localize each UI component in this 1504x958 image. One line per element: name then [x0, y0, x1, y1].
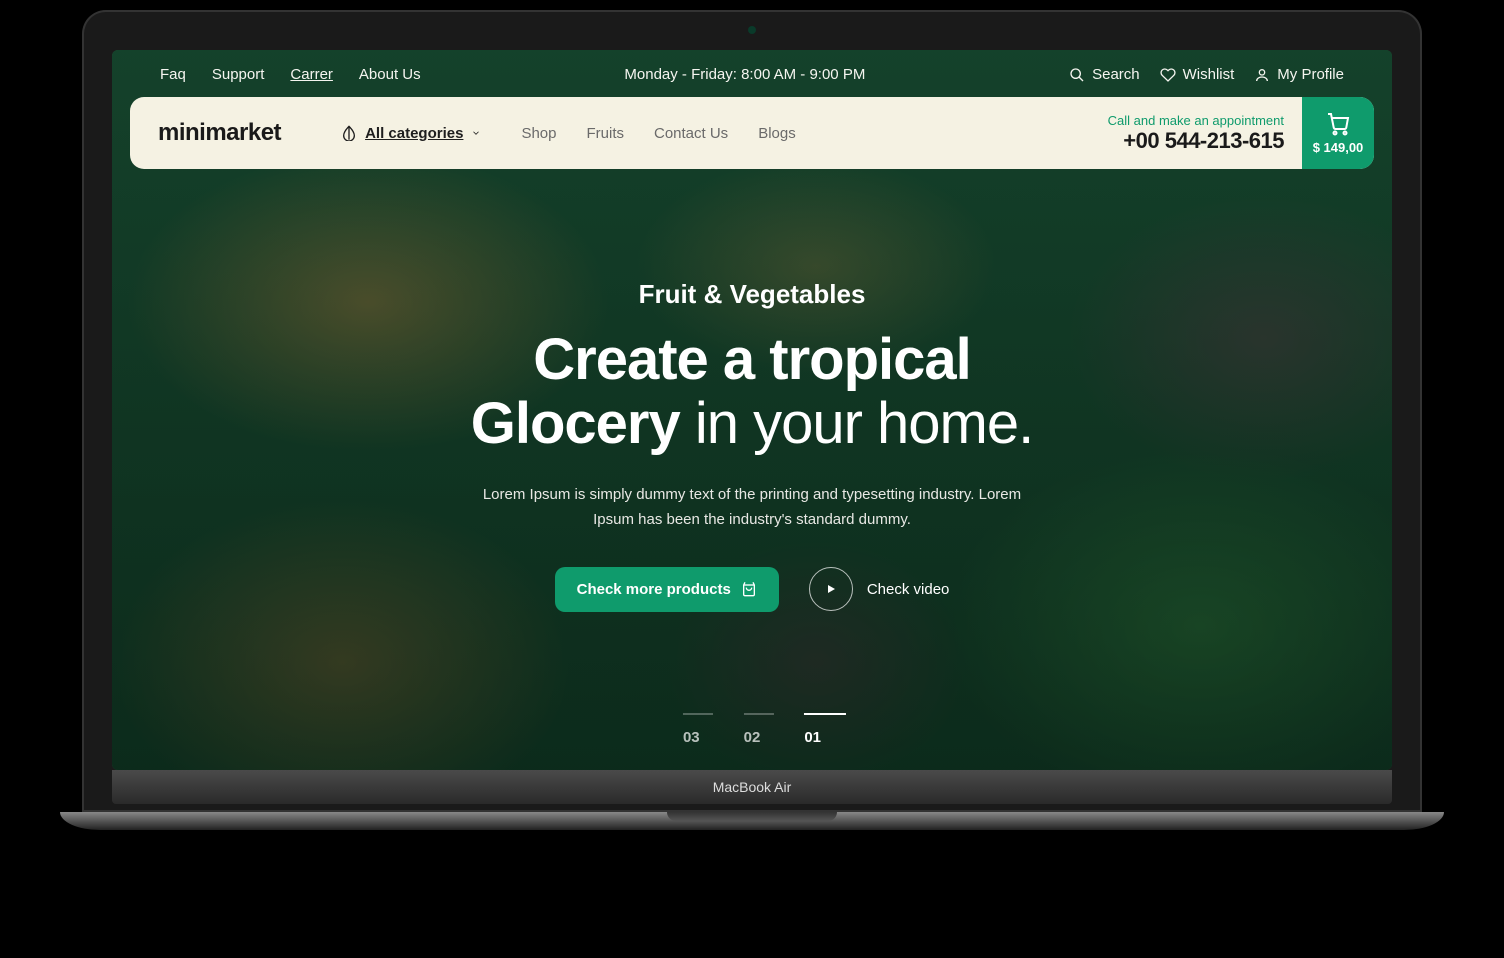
- device-label-bar: MacBook Air: [112, 770, 1392, 804]
- topbar: Faq Support Carrer About Us Monday - Fri…: [112, 50, 1392, 97]
- check-products-button[interactable]: Check more products: [555, 567, 779, 612]
- nav-blogs[interactable]: Blogs: [758, 125, 796, 142]
- search-icon: [1069, 67, 1085, 83]
- laptop-notch: [667, 812, 837, 821]
- screen-bezel: Faq Support Carrer About Us Monday - Fri…: [82, 10, 1422, 812]
- slide-pagination: 03 02 01: [683, 729, 821, 746]
- topbar-right: Search Wishlist My Profile: [1069, 66, 1344, 83]
- video-label: Check video: [867, 581, 950, 598]
- navbar: minimarket All categories Shop Fruits: [130, 97, 1374, 169]
- page-03[interactable]: 03: [683, 729, 700, 746]
- cart-button[interactable]: $ 149,00: [1302, 97, 1374, 169]
- page-02[interactable]: 02: [744, 729, 761, 746]
- camera-dot: [748, 26, 756, 34]
- hero-section: Fruit & Vegetables Create a tropical Glo…: [112, 169, 1392, 612]
- topbar-link-faq[interactable]: Faq: [160, 66, 186, 83]
- hero-subtitle: Fruit & Vegetables: [152, 279, 1352, 310]
- phone-number[interactable]: +00 544-213-615: [1108, 128, 1284, 154]
- hero-title-line2: Glocery in your home.: [152, 392, 1352, 456]
- laptop-mockup: Faq Support Carrer About Us Monday - Fri…: [82, 10, 1422, 830]
- chevron-down-icon: [471, 128, 481, 138]
- check-video-button[interactable]: Check video: [809, 567, 950, 611]
- all-categories-button[interactable]: All categories: [341, 125, 481, 142]
- profile-link[interactable]: My Profile: [1254, 66, 1344, 83]
- wishlist-label: Wishlist: [1183, 66, 1235, 83]
- bag-icon: [741, 581, 757, 597]
- business-hours: Monday - Friday: 8:00 AM - 9:00 PM: [624, 66, 865, 83]
- cta-label: Check more products: [577, 581, 731, 598]
- device-label: MacBook Air: [713, 779, 792, 795]
- topbar-link-about[interactable]: About Us: [359, 66, 421, 83]
- hero-title-light: in your home.: [680, 391, 1034, 456]
- hero-description: Lorem Ipsum is simply dummy text of the …: [482, 482, 1022, 533]
- search-label: Search: [1092, 66, 1140, 83]
- nav-right: Call and make an appointment +00 544-213…: [1108, 97, 1374, 169]
- page-01[interactable]: 01: [804, 729, 821, 746]
- hero-title-line1: Create a tropical: [152, 328, 1352, 392]
- logo[interactable]: minimarket: [158, 119, 281, 147]
- search-link[interactable]: Search: [1069, 66, 1140, 83]
- topbar-left: Faq Support Carrer About Us: [160, 66, 421, 83]
- nav-links: Shop Fruits Contact Us Blogs: [521, 125, 795, 142]
- hero-title-bold: Glocery: [471, 391, 680, 456]
- leaf-icon: [341, 125, 357, 141]
- topbar-link-carrer[interactable]: Carrer: [290, 66, 333, 83]
- heart-icon: [1160, 67, 1176, 83]
- all-categories-label: All categories: [365, 125, 463, 142]
- screen: Faq Support Carrer About Us Monday - Fri…: [112, 50, 1392, 770]
- call-label: Call and make an appointment: [1108, 113, 1284, 128]
- nav-fruits[interactable]: Fruits: [586, 125, 624, 142]
- profile-label: My Profile: [1277, 66, 1344, 83]
- call-block: Call and make an appointment +00 544-213…: [1108, 113, 1302, 154]
- hero-title: Create a tropical Glocery in your home.: [152, 328, 1352, 456]
- cart-price: $ 149,00: [1313, 140, 1364, 155]
- nav-contact[interactable]: Contact Us: [654, 125, 728, 142]
- cart-icon: [1326, 112, 1350, 136]
- wishlist-link[interactable]: Wishlist: [1160, 66, 1235, 83]
- laptop-base: [60, 812, 1444, 830]
- topbar-link-support[interactable]: Support: [212, 66, 265, 83]
- play-icon: [809, 567, 853, 611]
- hero-actions: Check more products Check video: [152, 567, 1352, 612]
- user-icon: [1254, 67, 1270, 83]
- nav-shop[interactable]: Shop: [521, 125, 556, 142]
